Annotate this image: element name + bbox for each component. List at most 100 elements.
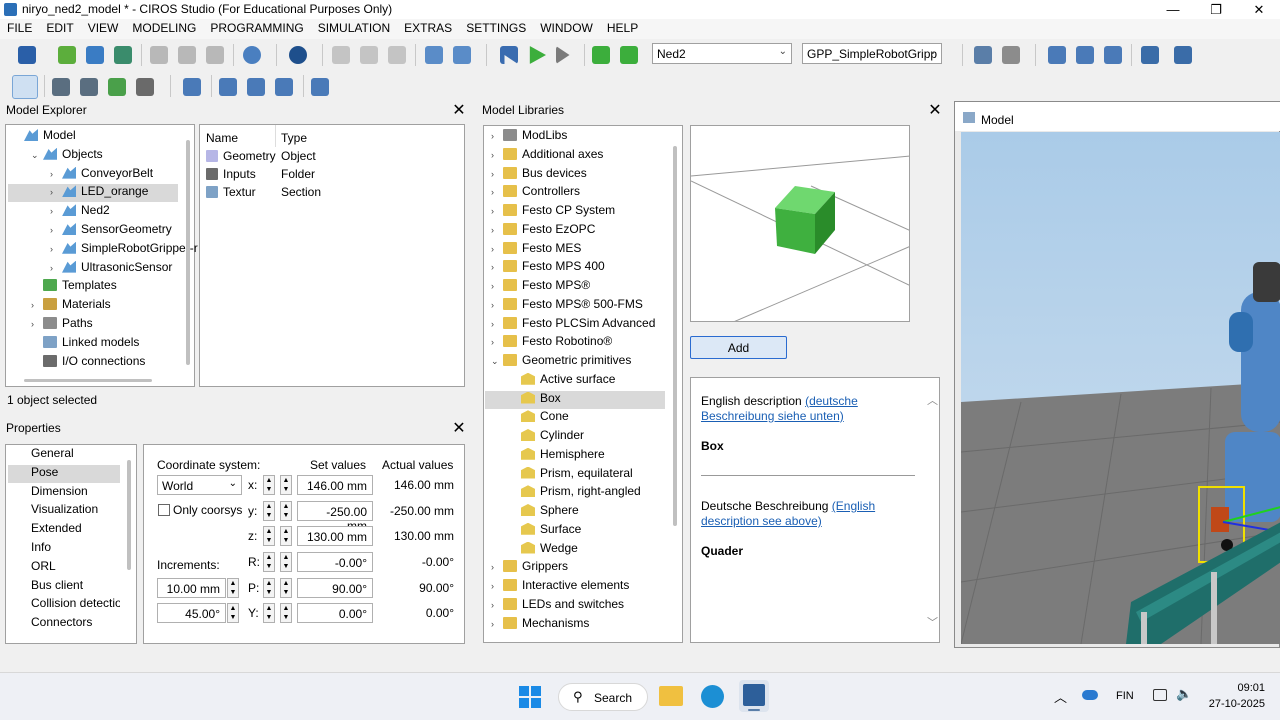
- edit-tool-icon[interactable]: [108, 78, 126, 96]
- chevron-right-icon[interactable]: ›: [491, 225, 503, 235]
- chevron-down-icon[interactable]: ⌄: [491, 356, 503, 367]
- menu-view[interactable]: VIEW: [81, 19, 126, 39]
- measure-icon[interactable]: [332, 46, 350, 64]
- set-value-field[interactable]: 146.00 mm: [297, 475, 373, 495]
- layer-1-icon[interactable]: [219, 78, 237, 96]
- close-icon[interactable]: ✕: [928, 103, 942, 119]
- angle-icon[interactable]: [360, 46, 378, 64]
- category-item[interactable]: General: [8, 446, 120, 464]
- set-value-field[interactable]: 130.00 mm: [297, 526, 373, 546]
- chevron-right-icon[interactable]: ›: [491, 319, 503, 329]
- menu-modeling[interactable]: MODELING: [125, 19, 203, 39]
- step-forward-icon[interactable]: [556, 46, 570, 64]
- library-item[interactable]: › Additional axes: [485, 147, 665, 165]
- ciros-taskbar-button[interactable]: [739, 680, 769, 712]
- value-stepper[interactable]: ▲ ▼: [263, 475, 275, 495]
- tree-item[interactable]: Model: [8, 128, 178, 146]
- menu-file[interactable]: FILE: [0, 19, 39, 39]
- value-stepper[interactable]: ▲ ▼: [263, 552, 275, 572]
- library-item[interactable]: Prism, right-angled: [485, 484, 665, 502]
- library-item[interactable]: Cylinder: [485, 428, 665, 446]
- scroll-down-icon[interactable]: ﹀: [927, 614, 938, 630]
- chevron-right-icon[interactable]: ›: [491, 169, 503, 179]
- category-item[interactable]: ORL: [8, 559, 120, 577]
- tree-item[interactable]: I/O connections: [8, 354, 178, 372]
- library-item[interactable]: Sphere: [485, 503, 665, 521]
- chevron-right-icon[interactable]: ›: [491, 562, 503, 572]
- clock-date[interactable]: 27-10-2025: [1197, 698, 1265, 710]
- category-item[interactable]: Info: [8, 540, 120, 558]
- help-icon[interactable]: [243, 46, 261, 64]
- list-item[interactable]: Geometry Object: [206, 149, 456, 167]
- categories-scrollbar[interactable]: [127, 460, 131, 570]
- edge-browser-icon[interactable]: [701, 685, 724, 708]
- chevron-right-icon[interactable]: ›: [491, 150, 503, 160]
- value-stepper-fine[interactable]: ▲ ▼: [280, 578, 292, 598]
- tree-item[interactable]: Linked models: [8, 335, 178, 353]
- globe-icon[interactable]: [289, 46, 307, 64]
- library-item[interactable]: Cone: [485, 409, 665, 427]
- shield-icon[interactable]: [1174, 46, 1192, 64]
- category-item[interactable]: Connectors: [8, 615, 120, 633]
- value-stepper-fine[interactable]: ▲ ▼: [280, 501, 292, 521]
- chevron-right-icon[interactable]: ›: [491, 581, 503, 591]
- category-item[interactable]: Pose: [8, 464, 120, 483]
- chevron-up-icon[interactable]: ︿: [1054, 687, 1067, 706]
- chevron-right-icon[interactable]: ›: [50, 206, 62, 216]
- chevron-right-icon[interactable]: ›: [50, 225, 62, 235]
- library-item[interactable]: › Festo MES: [485, 241, 665, 259]
- menu-extras[interactable]: EXTRAS: [397, 19, 459, 39]
- tree-item[interactable]: Templates: [8, 278, 178, 296]
- chevron-right-icon[interactable]: ›: [491, 187, 503, 197]
- library-item[interactable]: › Festo MPS® 500-FMS: [485, 297, 665, 315]
- windows-start-icon[interactable]: [519, 686, 541, 708]
- remove-tool-icon[interactable]: [136, 78, 154, 96]
- value-stepper-fine[interactable]: ▲ ▼: [280, 552, 292, 572]
- robot-config-icon[interactable]: [1076, 46, 1094, 64]
- library-item[interactable]: › Mechanisms: [485, 616, 665, 634]
- value-stepper-fine[interactable]: ▲ ▼: [280, 603, 292, 623]
- new-file-icon[interactable]: [18, 46, 36, 64]
- grid-snap-icon[interactable]: [183, 78, 201, 96]
- increment-angle-stepper[interactable]: ▲ ▼: [227, 603, 239, 623]
- menu-edit[interactable]: EDIT: [39, 19, 80, 39]
- add-button[interactable]: Add: [690, 336, 787, 359]
- chevron-down-icon[interactable]: ⌄: [31, 150, 43, 161]
- layer-2-icon[interactable]: [247, 78, 265, 96]
- step-back-icon[interactable]: [500, 46, 518, 64]
- minimize-button[interactable]: —: [1153, 0, 1193, 19]
- 3d-viewport[interactable]: [961, 132, 1280, 644]
- list-item[interactable]: Inputs Folder: [206, 167, 456, 185]
- library-item[interactable]: › Festo MPS®: [485, 278, 665, 296]
- library-item[interactable]: › Festo PLCSim Advanced: [485, 316, 665, 334]
- library-item[interactable]: › Controllers: [485, 184, 665, 202]
- onedrive-icon[interactable]: [1082, 690, 1098, 700]
- close-icon[interactable]: ✕: [452, 421, 466, 437]
- chevron-right-icon[interactable]: ›: [491, 131, 503, 141]
- chevron-right-icon[interactable]: ›: [491, 262, 503, 272]
- category-item[interactable]: Bus client: [8, 578, 120, 596]
- robot-teach-icon[interactable]: [974, 46, 992, 64]
- category-item[interactable]: Dimension: [8, 484, 120, 502]
- increment-angle-field[interactable]: 45.00°: [157, 603, 226, 623]
- open-file-icon[interactable]: [58, 46, 76, 64]
- set-value-field[interactable]: -0.00°: [297, 552, 373, 572]
- menu-settings[interactable]: SETTINGS: [459, 19, 533, 39]
- maximize-button[interactable]: ❐: [1196, 0, 1236, 19]
- align-icon[interactable]: [388, 46, 406, 64]
- chevron-right-icon[interactable]: ›: [491, 281, 503, 291]
- taskbar-search[interactable]: ⚲ Search: [558, 683, 648, 711]
- tree-item[interactable]: › LED_orange: [8, 184, 178, 203]
- chevron-right-icon[interactable]: ›: [491, 619, 503, 629]
- robot-list-icon[interactable]: [1104, 46, 1122, 64]
- category-item[interactable]: Extended: [8, 521, 120, 539]
- only-coorsys-checkbox[interactable]: [158, 504, 170, 516]
- chevron-right-icon[interactable]: ›: [31, 300, 43, 310]
- chevron-right-icon[interactable]: ›: [50, 244, 62, 254]
- tree-item[interactable]: › Ned2: [8, 203, 178, 221]
- tree-scrollbar[interactable]: [186, 140, 190, 365]
- set-value-field[interactable]: 90.00°: [297, 578, 373, 598]
- library-item[interactable]: Hemisphere: [485, 447, 665, 465]
- coord-system-select[interactable]: World ⌄: [157, 475, 242, 495]
- chevron-right-icon[interactable]: ›: [50, 263, 62, 273]
